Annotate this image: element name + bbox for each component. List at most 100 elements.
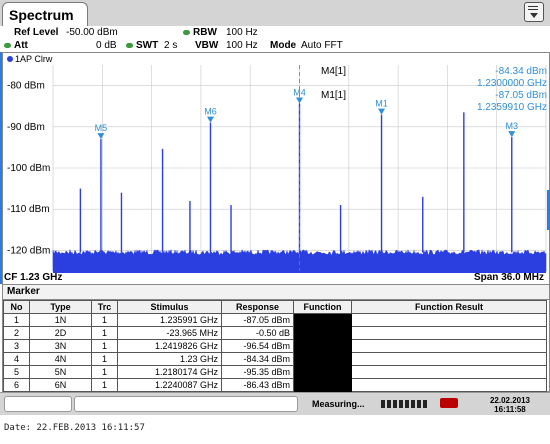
- spectrum-diagram[interactable]: 1AP Clrw -80 dBm -90 dBm -100 dBm -110 dBm -…: [2, 52, 550, 286]
- table-cell: 1: [91, 339, 118, 353]
- table-cell: 1.23 GHz: [117, 352, 222, 366]
- table-cell: 2: [3, 326, 30, 340]
- marker-label: M3: [506, 121, 519, 131]
- att-label: Att: [14, 40, 28, 51]
- col-no: No: [3, 300, 30, 314]
- table-cell: 1.2240087 GHz: [117, 378, 222, 392]
- col-stimulus: Stimulus: [117, 300, 222, 314]
- ref-level-value[interactable]: -50.00 dBm: [66, 27, 118, 38]
- table-row[interactable]: 5 5N 1 1.2180174 GHz -95.35 dBm: [3, 365, 547, 379]
- status-field-2: [74, 396, 298, 412]
- table-cell: 3: [3, 339, 30, 353]
- table-cell: 6: [3, 378, 30, 392]
- table-cell: 2D: [29, 326, 92, 340]
- marker-m1-level: -87.05 dBm: [495, 90, 547, 101]
- table-cell: 1: [91, 378, 118, 392]
- table-row[interactable]: 3 3N 1 1.2419826 GHz -96.54 dBm: [3, 339, 547, 353]
- col-trc: Trc: [91, 300, 118, 314]
- table-cell: -95.35 dBm: [221, 365, 294, 379]
- marker-m5-icon[interactable]: [97, 133, 105, 140]
- marker-table-title: Marker: [3, 285, 549, 300]
- status-date: 22.02.2013: [489, 396, 530, 405]
- tab-bar: Spectrum: [0, 0, 550, 27]
- function-result-cell: [351, 326, 547, 340]
- marker-label: M6: [204, 107, 217, 117]
- footer-timestamp: Date: 22.FEB.2013 16:11:57: [4, 423, 145, 433]
- function-cell: [293, 365, 352, 379]
- date-time: 22.02.2013 16:11:58: [490, 396, 530, 414]
- table-cell: -96.54 dBm: [221, 339, 294, 353]
- function-cell: [293, 339, 352, 353]
- window-menu-icon[interactable]: [524, 2, 544, 22]
- marker-label: M1: [375, 99, 388, 109]
- marker-m1-icon[interactable]: [378, 108, 386, 115]
- function-cell: [293, 313, 352, 327]
- table-cell: -23.965 MHz: [117, 326, 222, 340]
- table-cell: 1: [91, 365, 118, 379]
- swt-value[interactable]: 2 s: [164, 40, 177, 51]
- marker-m6-icon[interactable]: [206, 116, 214, 123]
- parameter-panel: Ref Level -50.00 dBm Att 0 dB SWT 2 s RB…: [0, 26, 550, 52]
- col-response: Response: [221, 300, 294, 314]
- marker-m4-frequency: 1.2300000 GHz: [476, 78, 547, 89]
- table-cell: 6N: [29, 378, 92, 392]
- rbw-label: RBW: [193, 27, 217, 38]
- col-function: Function: [293, 300, 352, 314]
- status-field-1: [4, 396, 72, 412]
- function-result-cell: [351, 378, 547, 392]
- function-result-cell: [351, 339, 547, 353]
- table-cell: 3N: [29, 339, 92, 353]
- function-cell: [293, 378, 352, 392]
- vbw-value[interactable]: 100 Hz: [226, 40, 258, 51]
- y-tick-label: -90 dBm: [7, 122, 45, 133]
- swt-label: SWT: [136, 40, 159, 51]
- spectrum-plot: -80 dBm -90 dBm -100 dBm -110 dBm -120 dBm M…: [7, 65, 547, 273]
- table-cell: -87.05 dBm: [221, 313, 294, 327]
- table-cell: 1N: [29, 313, 92, 327]
- coupled-indicator-icon: [126, 42, 133, 48]
- status-time: 16:11:58: [494, 405, 526, 414]
- marker-m4-label: M4[1]: [321, 66, 347, 77]
- function-result-cell: [351, 365, 547, 379]
- table-cell: 4: [3, 352, 30, 366]
- coupled-indicator-icon: [183, 29, 190, 35]
- marker-label: M5: [95, 123, 108, 133]
- table-row[interactable]: 2 2D 1 -23.965 MHz -0.50 dB: [3, 326, 547, 340]
- table-cell: 1: [3, 313, 30, 327]
- table-cell: 1.235991 GHz: [117, 313, 222, 327]
- y-tick-label: -110 dBm: [7, 204, 50, 215]
- function-cell: [293, 326, 352, 340]
- coupled-indicator-icon: [4, 42, 11, 48]
- center-frequency[interactable]: CF 1.23 GHz: [4, 272, 62, 283]
- tab-label: Spectrum: [9, 7, 74, 23]
- table-cell: 1: [91, 313, 118, 327]
- function-result-cell: [351, 352, 547, 366]
- tab-spectrum[interactable]: Spectrum: [2, 2, 88, 27]
- marker-table-panel: Marker No Type Trc Stimulus Response Fun…: [2, 284, 550, 392]
- table-header-row: No Type Trc Stimulus Response Function F…: [3, 300, 547, 314]
- span-value[interactable]: Span 36.0 MHz: [474, 272, 544, 283]
- table-cell: 5: [3, 365, 30, 379]
- marker-m3-icon[interactable]: [508, 131, 516, 138]
- table-cell: -0.50 dB: [221, 326, 294, 340]
- table-cell: 1: [91, 352, 118, 366]
- function-result-cell: [351, 313, 547, 327]
- table-row[interactable]: 1 1N 1 1.235991 GHz -87.05 dBm: [3, 313, 547, 327]
- marker-m4-level: -84.34 dBm: [495, 66, 547, 77]
- col-type: Type: [29, 300, 92, 314]
- vbw-label: VBW: [195, 40, 219, 51]
- table-row[interactable]: 4 4N 1 1.23 GHz -84.34 dBm: [3, 352, 547, 366]
- table-cell: 4N: [29, 352, 92, 366]
- marker-m1-frequency: 1.2359910 GHz: [476, 102, 547, 113]
- table-row[interactable]: 6 6N 1 1.2240087 GHz -86.43 dBm: [3, 378, 547, 392]
- rbw-value[interactable]: 100 Hz: [226, 27, 258, 38]
- att-value[interactable]: 0 dB: [96, 40, 117, 51]
- table-cell: -84.34 dBm: [221, 352, 294, 366]
- mode-value[interactable]: Auto FFT: [301, 40, 343, 51]
- table-cell: 5N: [29, 365, 92, 379]
- table-cell: 1: [91, 326, 118, 340]
- measuring-status: Measuring...: [312, 399, 365, 409]
- mode-label: Mode: [270, 40, 297, 51]
- status-bar: Measuring... 22.02.2013 16:11:58: [0, 392, 550, 415]
- y-tick-label: -80 dBm: [7, 81, 45, 92]
